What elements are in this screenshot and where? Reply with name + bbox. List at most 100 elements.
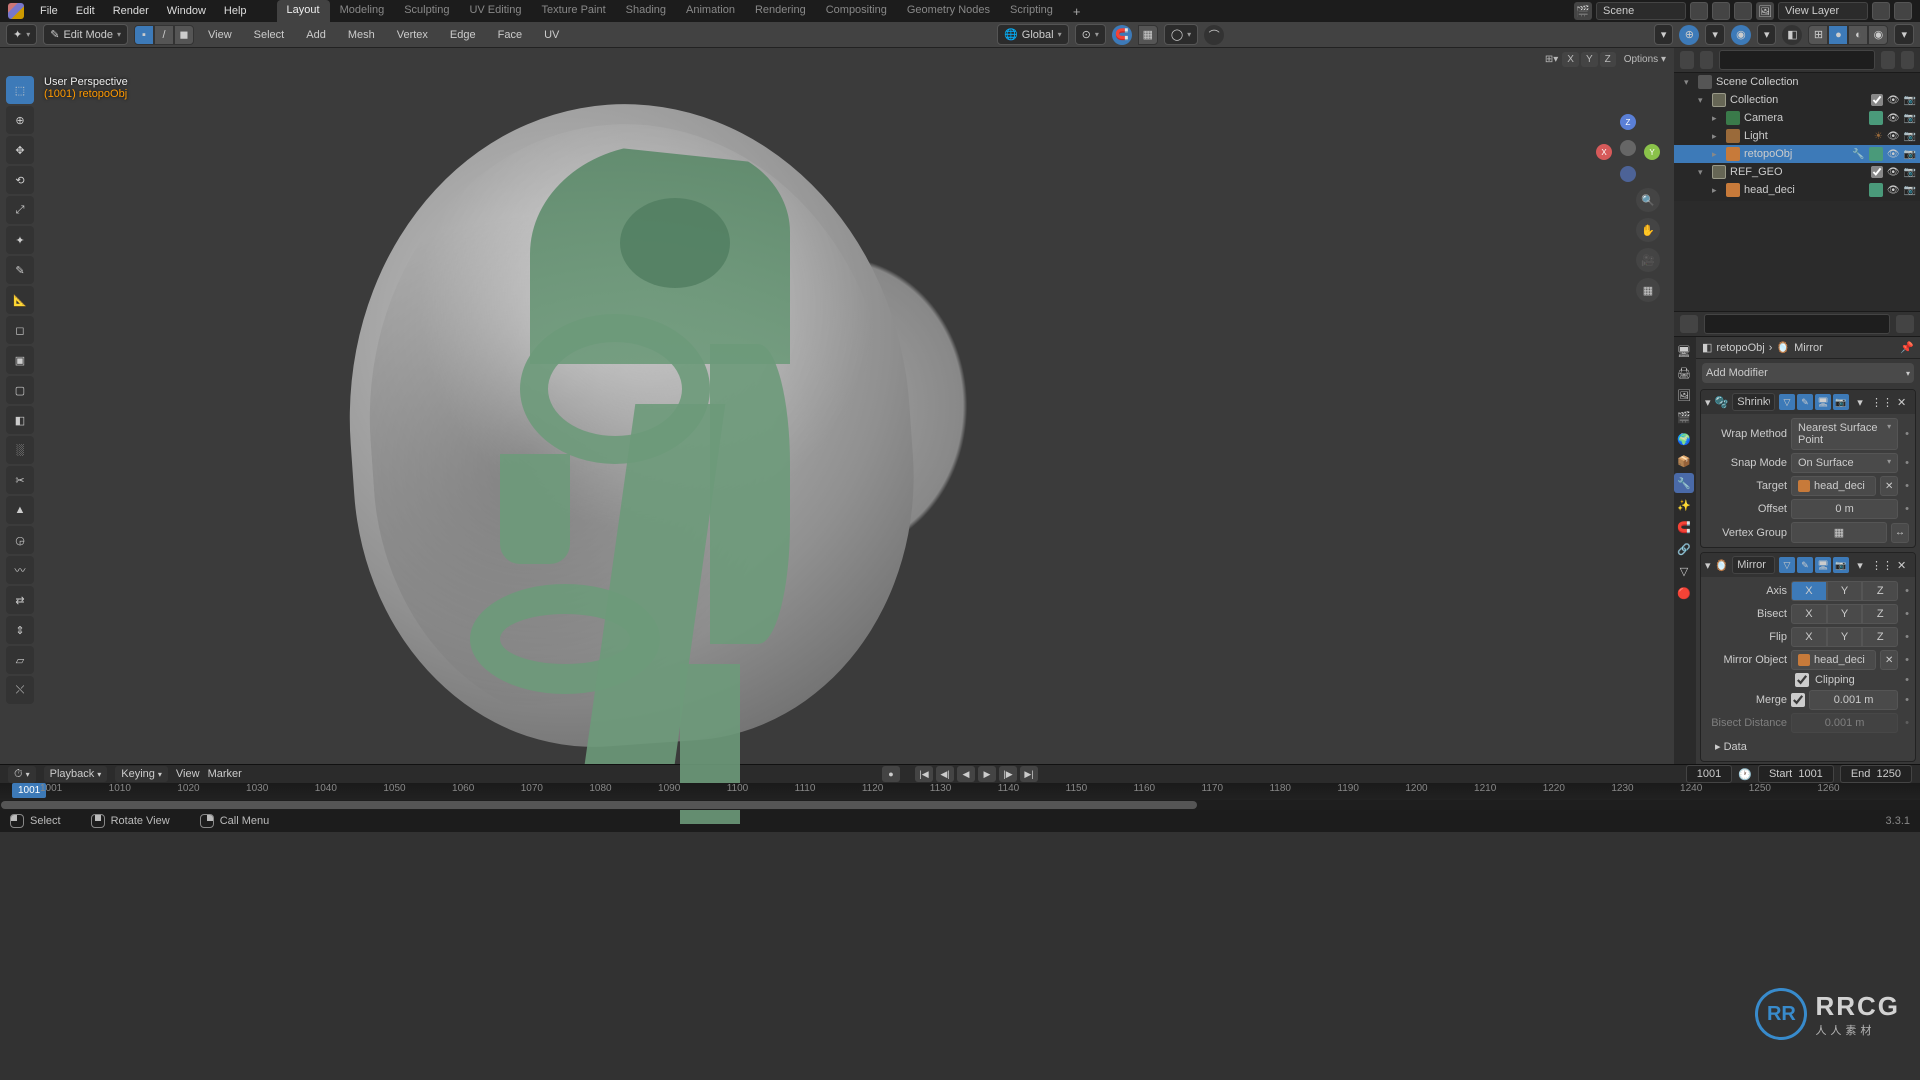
autokey-toggle[interactable]: ● — [882, 766, 900, 782]
collection-enable-checkbox[interactable] — [1871, 94, 1883, 106]
polybuild-tool[interactable]: ▲ — [6, 496, 34, 524]
matpreview-shading-icon[interactable]: ◐ — [1848, 25, 1868, 45]
workspace-tab-layout[interactable]: Layout — [277, 0, 330, 23]
mod-oncage-icon[interactable]: ▽ — [1779, 557, 1795, 573]
timeline-view-menu[interactable]: View — [176, 768, 200, 780]
shrinkwrap-name-field[interactable] — [1732, 393, 1775, 411]
timeline-marker-menu[interactable]: Marker — [208, 768, 242, 780]
bisect-y-toggle[interactable]: Y — [1827, 604, 1863, 624]
snap-mode-dropdown[interactable]: On Surface — [1791, 453, 1898, 473]
play-button[interactable]: ▶ — [978, 766, 996, 782]
select-box-tool[interactable]: ⬚ — [6, 76, 34, 104]
bevel-tool[interactable]: ◧ — [6, 406, 34, 434]
shading-dropdown[interactable]: ▾ — [1894, 24, 1914, 45]
annotate-tool[interactable]: ✎ — [6, 256, 34, 284]
preview-range-icon[interactable]: 🕐 — [1738, 768, 1752, 781]
workspace-tab-scripting[interactable]: Scripting — [1000, 0, 1063, 23]
menu-help[interactable]: Help — [216, 2, 255, 20]
mod-render-icon[interactable]: 📷 — [1833, 557, 1849, 573]
tab-render-icon[interactable]: 🖥 — [1674, 341, 1694, 361]
tab-particles-icon[interactable]: ✨ — [1674, 495, 1694, 515]
keying-dropdown[interactable]: Keying ▾ — [115, 766, 168, 782]
tab-scene-icon[interactable]: 🎬 — [1674, 407, 1694, 427]
camera-data-icon[interactable] — [1869, 111, 1883, 125]
flip-z-toggle[interactable]: Z — [1862, 627, 1898, 647]
editor-type-dropdown[interactable]: ✦▾ — [6, 24, 37, 45]
axis-z-icon[interactable]: Z — [1620, 114, 1636, 130]
eye-icon[interactable]: 👁 — [1887, 185, 1900, 196]
viewport-3d[interactable]: ⊞▾ X Y Z Options ▾ User Perspective (100… — [0, 48, 1674, 764]
outliner-collection[interactable]: Collection — [1730, 94, 1778, 106]
merge-checkbox[interactable] — [1791, 693, 1805, 707]
mod-apply-icon[interactable]: ⋮⋮ — [1871, 559, 1893, 572]
jump-end-button[interactable]: ▶| — [1020, 766, 1038, 782]
mod-delete-icon[interactable]: ✕ — [1897, 559, 1911, 572]
outliner-head[interactable]: head_deci — [1744, 184, 1795, 196]
workspace-tab-modeling[interactable]: Modeling — [330, 0, 395, 23]
tab-constraints-icon[interactable]: 🔗 — [1674, 539, 1694, 559]
overlay-dropdown[interactable]: ▾ — [1757, 24, 1777, 45]
flip-y-toggle[interactable]: Y — [1827, 627, 1863, 647]
wireframe-shading-icon[interactable]: ⊞ — [1808, 25, 1828, 45]
uv-menu[interactable]: UV — [536, 26, 567, 44]
target-clear-icon[interactable]: ✕ — [1880, 476, 1898, 496]
workspace-tab-sculpting[interactable]: Sculpting — [394, 0, 459, 23]
workspace-tab-geometry-nodes[interactable]: Geometry Nodes — [897, 0, 1000, 23]
pivot-dropdown[interactable]: ⊙▾ — [1075, 24, 1106, 45]
merge-field[interactable]: 0.001 m — [1809, 690, 1898, 710]
workspace-tab-animation[interactable]: Animation — [676, 0, 745, 23]
scene-field[interactable] — [1596, 2, 1686, 20]
properties-options-icon[interactable] — [1896, 315, 1914, 333]
measure-tool[interactable]: 📐 — [6, 286, 34, 314]
select-menu[interactable]: Select — [246, 26, 293, 44]
scene-delete-icon[interactable] — [1734, 2, 1752, 20]
eye-icon[interactable]: 👁 — [1887, 131, 1900, 142]
knife-tool[interactable]: ✂ — [6, 466, 34, 494]
outliner-refgeo[interactable]: REF_GEO — [1730, 166, 1783, 178]
outliner-display-mode-icon[interactable] — [1700, 51, 1714, 69]
scene-icon[interactable]: 🎬 — [1574, 2, 1592, 20]
data-subpanel-toggle[interactable]: ▸ — [1715, 741, 1724, 753]
mirror-name-field[interactable] — [1732, 556, 1775, 574]
menu-file[interactable]: File — [32, 2, 66, 20]
render-icon[interactable]: 📷 — [1904, 167, 1916, 178]
workspace-tab-shading[interactable]: Shading — [616, 0, 676, 23]
eye-icon[interactable]: 👁 — [1887, 149, 1900, 160]
target-field[interactable]: head_deci — [1791, 476, 1876, 496]
outliner-light[interactable]: Light — [1744, 130, 1768, 142]
xray-toggle[interactable]: ◧ — [1782, 25, 1802, 45]
viewlayer-icon[interactable]: 🖼 — [1756, 2, 1774, 20]
viewlayer-field[interactable] — [1778, 2, 1868, 20]
gizmo-toggle[interactable]: ⊕ — [1679, 25, 1699, 45]
addcube-tool[interactable]: ◻ — [6, 316, 34, 344]
viewport-header-dropdown[interactable]: ⊞▾ — [1545, 54, 1558, 65]
render-icon[interactable]: 📷 — [1904, 149, 1916, 160]
mod-realtime-icon[interactable]: 🖥 — [1815, 557, 1831, 573]
lock-z-button[interactable]: Z — [1600, 52, 1616, 67]
workspace-add-button[interactable]: + — [1063, 0, 1091, 23]
outliner-new-collection-icon[interactable] — [1901, 51, 1915, 69]
mod-oncage-icon[interactable]: ▽ — [1779, 394, 1795, 410]
wrap-method-dropdown[interactable]: Nearest Surface Point — [1791, 418, 1898, 450]
pin-icon[interactable]: 📌 — [1900, 341, 1914, 354]
transform-tool[interactable]: ✦ — [6, 226, 34, 254]
axis-x-icon[interactable]: X — [1596, 144, 1612, 160]
loopcut-tool[interactable]: ░ — [6, 436, 34, 464]
axis-y-toggle[interactable]: Y — [1827, 581, 1863, 601]
light-data-icon[interactable]: ☀ — [1874, 131, 1883, 142]
mirror-object-clear-icon[interactable]: ✕ — [1880, 650, 1898, 670]
tab-world-icon[interactable]: 🌍 — [1674, 429, 1694, 449]
menu-edit[interactable]: Edit — [68, 2, 103, 20]
mesh-visibility-dropdown[interactable]: ▾ — [1654, 24, 1674, 45]
navigation-gizmo[interactable]: Z Y X — [1594, 114, 1662, 182]
jump-prevkey-button[interactable]: ◀| — [936, 766, 954, 782]
outliner-filter-icon[interactable] — [1881, 51, 1895, 69]
zoom-icon[interactable]: 🔍 — [1636, 188, 1660, 212]
end-frame-field[interactable]: End 1250 — [1840, 765, 1912, 783]
solid-shading-icon[interactable]: ● — [1828, 25, 1848, 45]
mesh-menu[interactable]: Mesh — [340, 26, 383, 44]
workspace-tab-texture-paint[interactable]: Texture Paint — [531, 0, 615, 23]
modifier-icon[interactable]: 🔧 — [1852, 149, 1864, 160]
vertexgroup-field[interactable]: ▦ — [1791, 522, 1887, 543]
bisect-x-toggle[interactable]: X — [1791, 604, 1827, 624]
